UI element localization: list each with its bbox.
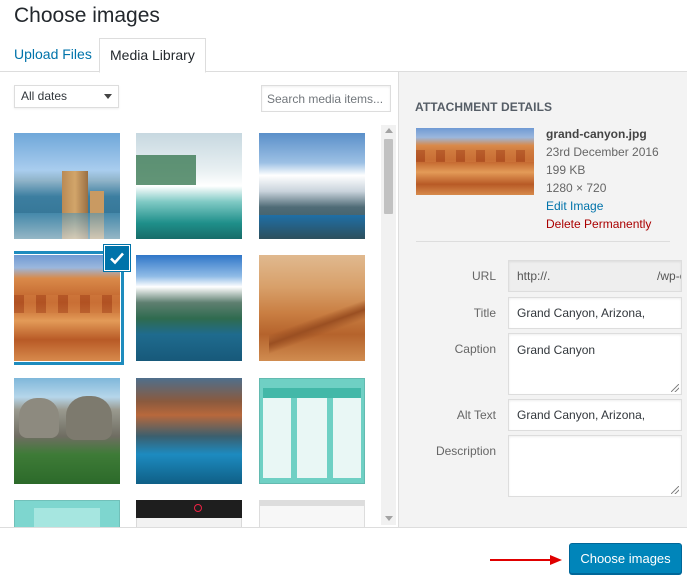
attachments-grid: [14, 133, 374, 527]
media-browser: All dates: [0, 72, 398, 527]
arrow-right-icon: [490, 555, 562, 565]
attachment-thumbnail-screenshot[interactable]: [259, 500, 365, 527]
date-filter-value: All dates: [21, 89, 68, 103]
caption-field[interactable]: Grand Canyon: [508, 333, 682, 395]
scroll-down-icon[interactable]: [385, 516, 393, 521]
date-filter-select[interactable]: All dates: [14, 85, 119, 108]
attachment-thumbnail-mountains[interactable]: [259, 133, 365, 239]
caption-value: Grand Canyon: [517, 343, 596, 357]
attachment-thumbnail-fjord[interactable]: [136, 255, 242, 361]
attachment-details-heading: ATTACHMENT DETAILS: [415, 100, 553, 114]
delete-permanently-link[interactable]: Delete Permanently: [546, 215, 659, 233]
tab-media-library[interactable]: Media Library: [99, 38, 206, 73]
attachment-thumbnail-lake[interactable]: [136, 378, 242, 484]
attachment-thumbnail-waterfall[interactable]: [136, 133, 242, 239]
url-field[interactable]: http://. /wp-co: [508, 260, 682, 292]
url-label: URL: [471, 269, 496, 283]
description-field[interactable]: [508, 435, 682, 497]
scrollbar-thumb[interactable]: [384, 139, 393, 214]
attachment-thumbnail-app-screens[interactable]: [259, 378, 365, 484]
selected-check-icon[interactable]: [105, 246, 129, 270]
attachment-date: 23rd December 2016: [546, 145, 659, 159]
attachment-dimensions: 1280 × 720: [546, 181, 607, 195]
description-label: Description: [435, 444, 496, 458]
alt-text-field[interactable]: Grand Canyon, Arizona, USA: [508, 399, 682, 452]
scroll-up-icon[interactable]: [385, 128, 393, 133]
attachment-thumbnail-toolbar[interactable]: [136, 500, 242, 527]
media-tabs: Upload Files Media Library: [0, 38, 687, 73]
resize-handle-icon[interactable]: [671, 384, 679, 392]
attachment-info: grand-canyon.jpg 23rd December 2016 199 …: [546, 125, 659, 233]
attachment-thumbnail-rocks-beach[interactable]: [14, 378, 120, 484]
caption-label: Caption: [454, 342, 496, 356]
choose-images-button[interactable]: Choose images: [569, 543, 682, 574]
modal-title: Choose images: [14, 4, 160, 27]
attachment-filename: grand-canyon.jpg: [546, 127, 647, 141]
tab-upload-files[interactable]: Upload Files: [4, 38, 102, 72]
attachment-preview-image: [416, 128, 534, 195]
title-field[interactable]: Grand Canyon, Arizona, USA: [508, 297, 682, 350]
attachment-filesize: 199 KB: [546, 163, 586, 177]
search-input[interactable]: [261, 85, 391, 112]
resize-handle-icon[interactable]: [671, 486, 679, 494]
alt-text-label: Alt Text: [456, 408, 496, 422]
grid-scrollbar[interactable]: [381, 125, 396, 525]
attachment-thumbnail-coast[interactable]: [14, 133, 120, 239]
attachment-details-sidebar: ATTACHMENT DETAILS grand-canyon.jpg 23rd…: [398, 72, 687, 527]
chevron-down-icon: [104, 94, 112, 99]
attachment-thumbnail-desert[interactable]: [259, 255, 365, 361]
details-divider: [416, 241, 670, 242]
attachment-thumbnail-cards[interactable]: [14, 500, 120, 527]
edit-image-link[interactable]: Edit Image: [546, 197, 659, 215]
attachment-thumbnail-grand-canyon[interactable]: [14, 255, 120, 361]
modal-footer: Choose images: [0, 527, 687, 579]
title-label: Title: [473, 306, 496, 320]
